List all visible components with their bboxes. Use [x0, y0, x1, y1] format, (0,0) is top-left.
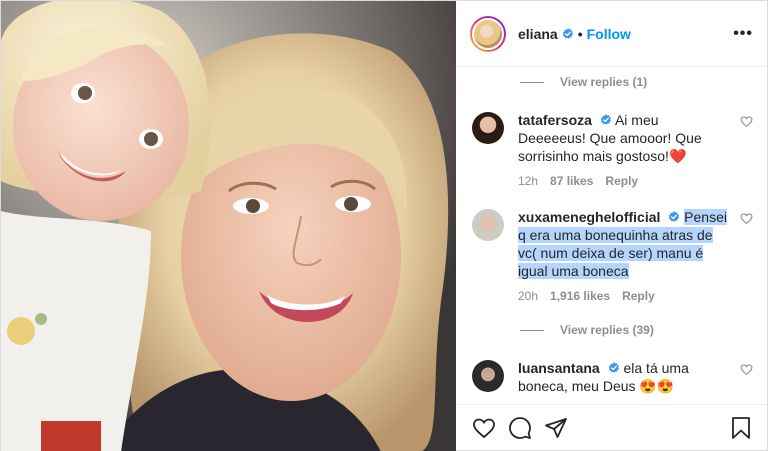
- selfie-image: [1, 1, 456, 451]
- comment-avatar[interactable]: [472, 112, 504, 144]
- verified-icon: [669, 211, 680, 222]
- comment-meta: 20h 1,916 likes Reply: [518, 289, 727, 303]
- more-icon[interactable]: •••: [733, 25, 753, 43]
- comment: tatafersoza Ai meu Deeeeeus! Que amooor!…: [472, 111, 753, 188]
- view-replies-button[interactable]: View replies (1): [520, 69, 753, 95]
- comment-username[interactable]: xuxameneghelofficial: [518, 209, 660, 225]
- divider-line: [520, 329, 544, 331]
- comment-avatar[interactable]: [472, 209, 504, 241]
- heart-icon[interactable]: [740, 115, 753, 128]
- comment-time: 20h: [518, 289, 539, 303]
- reply-button[interactable]: Reply: [605, 174, 638, 188]
- heart-icon[interactable]: [472, 416, 496, 440]
- comment-icon[interactable]: [508, 416, 532, 440]
- view-replies-label: View replies (1): [560, 75, 648, 89]
- verified-icon: [608, 362, 619, 373]
- follow-button[interactable]: Follow: [587, 26, 631, 42]
- comment-likes[interactable]: 87 likes: [550, 174, 593, 188]
- post-username[interactable]: eliana: [518, 26, 558, 42]
- comment-time: 12h: [518, 174, 539, 188]
- reply-button[interactable]: Reply: [622, 289, 655, 303]
- view-replies-button[interactable]: View replies (39): [520, 317, 753, 343]
- comment: luansantana ela tá uma boneca, meu Deus …: [472, 359, 753, 395]
- comments-list[interactable]: View replies (1) tatafersoza Ai meu Deee…: [456, 67, 767, 404]
- separator-dot: •: [577, 25, 583, 42]
- heart-icon[interactable]: [740, 363, 753, 376]
- post-side-panel: eliana • Follow ••• View replies (1) tat…: [456, 1, 767, 450]
- bookmark-icon[interactable]: [729, 416, 753, 440]
- comment-meta: 12h 87 likes Reply: [518, 174, 727, 188]
- post-header: eliana • Follow •••: [456, 1, 767, 67]
- verified-icon: [600, 114, 611, 125]
- action-bar: [456, 404, 767, 450]
- comment-likes[interactable]: 1,916 likes: [550, 289, 610, 303]
- share-icon[interactable]: [544, 416, 568, 440]
- comment-avatar[interactable]: [472, 360, 504, 392]
- heart-icon[interactable]: [740, 212, 753, 225]
- comment-username[interactable]: luansantana: [518, 360, 600, 376]
- comment: xuxameneghelofficial Pensei q era uma bo…: [472, 208, 753, 303]
- post-photo[interactable]: [1, 1, 456, 451]
- verified-icon: [562, 27, 573, 39]
- comment-username[interactable]: tatafersoza: [518, 112, 592, 128]
- avatar[interactable]: [470, 15, 506, 52]
- view-replies-label: View replies (39): [560, 323, 654, 337]
- instagram-post: eliana • Follow ••• View replies (1) tat…: [0, 0, 768, 451]
- divider-line: [520, 81, 544, 83]
